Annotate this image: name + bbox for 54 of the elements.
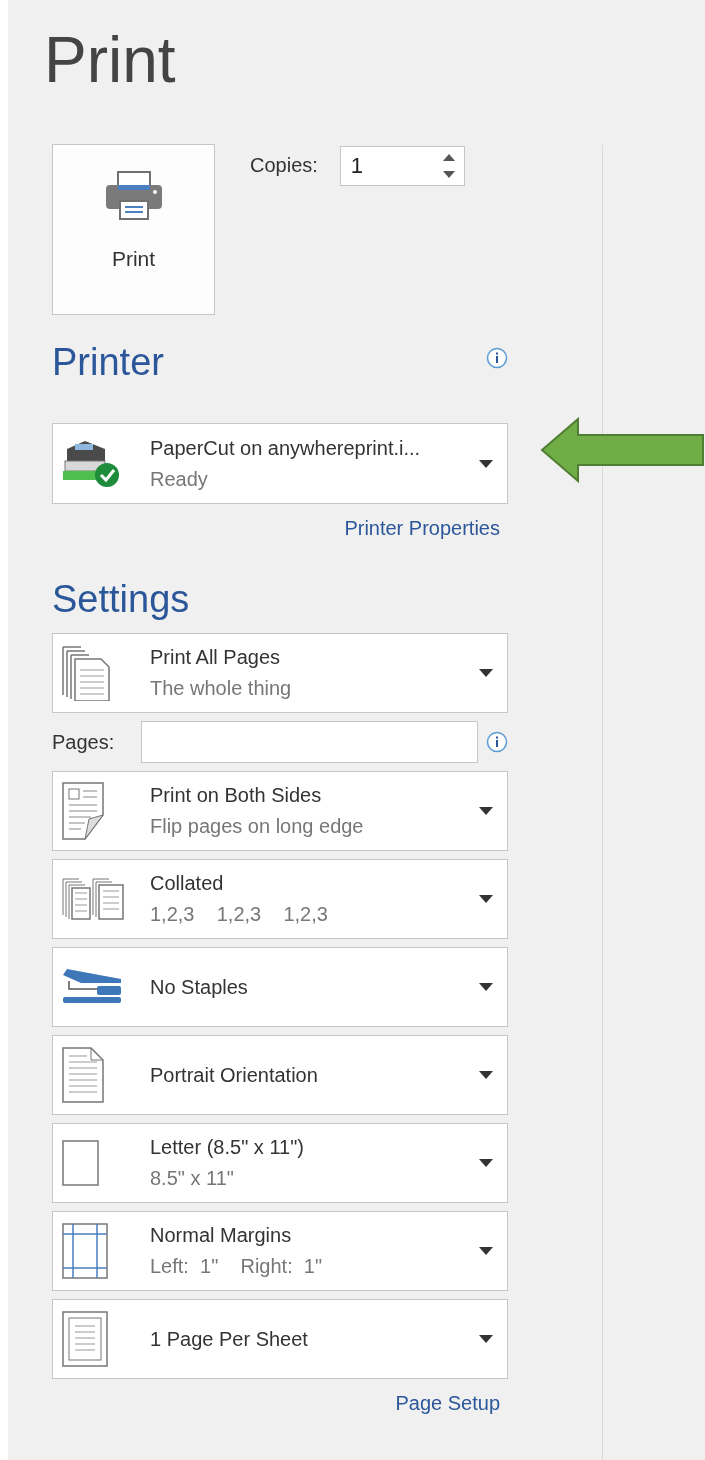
setting-subtitle: Flip pages on long edge bbox=[150, 815, 365, 838]
caret-icon bbox=[479, 895, 493, 903]
caret-icon bbox=[479, 1159, 493, 1167]
info-icon[interactable] bbox=[486, 731, 508, 753]
caret-icon bbox=[479, 807, 493, 815]
duplex-page-icon bbox=[61, 781, 107, 841]
caret-icon bbox=[479, 669, 493, 677]
setting-dropdown[interactable]: Collated 1,2,3 1,2,3 1,2,3 bbox=[52, 859, 508, 939]
copies-label: Copies: bbox=[250, 154, 318, 177]
setting-title: Print on Both Sides bbox=[150, 784, 323, 807]
setting-dropdown[interactable]: Print on Both Sides Flip pages on long edge bbox=[52, 771, 508, 851]
printer-name: PaperCut on anywhereprint.i... bbox=[150, 436, 422, 460]
setting-dropdown[interactable]: Portrait Orientation bbox=[52, 1035, 508, 1115]
setting-subtitle: 1,2,3 1,2,3 1,2,3 bbox=[150, 903, 329, 926]
caret-icon bbox=[479, 1335, 493, 1343]
setting-dropdown[interactable]: No Staples bbox=[52, 947, 508, 1027]
caret-icon bbox=[479, 1247, 493, 1255]
setting-dropdown[interactable]: Letter (8.5" x 11") 8.5" x 11" bbox=[52, 1123, 508, 1203]
info-icon[interactable] bbox=[486, 347, 508, 369]
setting-title: No Staples bbox=[150, 975, 249, 999]
pages-input-field[interactable] bbox=[141, 721, 478, 763]
setting-subtitle: 8.5" x 11" bbox=[150, 1167, 235, 1190]
pages-stack-icon bbox=[61, 645, 111, 701]
printer-status: Ready bbox=[150, 467, 209, 491]
setting-title: 1 Page Per Sheet bbox=[150, 1327, 309, 1351]
stapler-icon bbox=[61, 969, 123, 1005]
setting-dropdown[interactable]: Print All Pages The whole thing bbox=[52, 633, 508, 713]
printer-icon bbox=[104, 171, 163, 221]
printer-properties-link[interactable]: Printer Properties bbox=[344, 517, 500, 540]
page-title: Print bbox=[44, 24, 176, 96]
page-setup-link[interactable]: Page Setup bbox=[395, 1392, 500, 1415]
caret-icon bbox=[479, 1071, 493, 1079]
caret-icon bbox=[479, 983, 493, 991]
caret-icon bbox=[479, 459, 493, 468]
blank-page-icon bbox=[61, 1139, 101, 1187]
setting-title: Portrait Orientation bbox=[150, 1063, 319, 1087]
setting-title: Collated bbox=[150, 872, 225, 895]
margins-page-icon bbox=[61, 1222, 109, 1280]
single-page-sheet-icon bbox=[61, 1310, 109, 1368]
setting-title: Letter (8.5" x 11") bbox=[150, 1136, 305, 1159]
setting-subtitle: Left: 1" Right: 1" bbox=[150, 1255, 324, 1278]
print-button[interactable]: Print bbox=[52, 144, 215, 315]
settings-heading: Settings bbox=[52, 577, 190, 622]
setting-dropdown[interactable]: Normal Margins Left: 1" Right: 1" bbox=[52, 1211, 508, 1291]
setting-dropdown[interactable]: 1 Page Per Sheet bbox=[52, 1299, 508, 1379]
pages-label: Pages: bbox=[52, 730, 116, 754]
collated-pages-icon bbox=[61, 877, 127, 921]
portrait-page-icon bbox=[61, 1046, 105, 1104]
setting-subtitle: The whole thing bbox=[150, 677, 293, 700]
copies-spinner[interactable]: 1 bbox=[339, 146, 465, 186]
setting-title: Print All Pages bbox=[150, 646, 282, 669]
printer-dropdown[interactable]: PaperCut on anywhereprint.i... Ready bbox=[52, 423, 508, 504]
setting-title: Normal Margins bbox=[150, 1224, 293, 1247]
printer-heading: Printer bbox=[52, 340, 164, 385]
